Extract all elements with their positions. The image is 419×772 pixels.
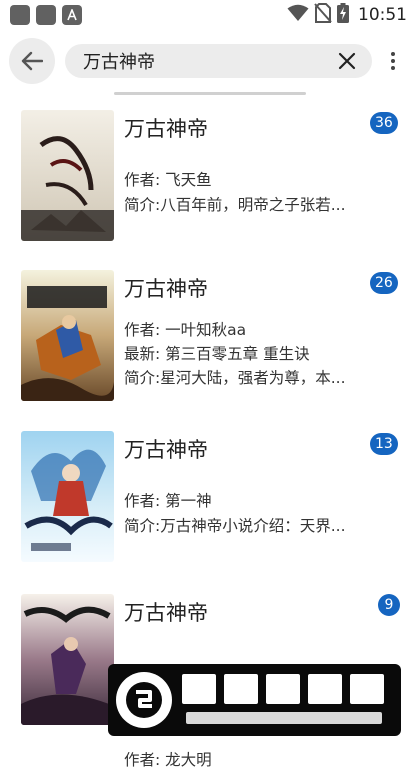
font-app-icon bbox=[62, 5, 82, 25]
book-author: 作者: 龙大明 bbox=[124, 751, 212, 769]
search-box bbox=[65, 44, 372, 78]
book-intro: 简介:星河大陆，强者为尊，本... bbox=[124, 369, 346, 387]
wifi-icon bbox=[287, 4, 309, 26]
clock-time: 10:51 bbox=[358, 5, 407, 25]
close-icon bbox=[338, 52, 356, 70]
unread-count-badge: 36 bbox=[370, 112, 398, 134]
book-item[interactable]: 万古神帝 作者: 一叶知秋aa 最新: 第三百零五章 重生诀 简介:星河大陆，强… bbox=[0, 260, 419, 410]
book-cover-image bbox=[21, 431, 114, 562]
no-sim-icon bbox=[314, 3, 332, 27]
search-input[interactable] bbox=[83, 50, 332, 72]
more-options-button[interactable] bbox=[383, 46, 403, 76]
status-right-icons: 10:51 bbox=[287, 3, 407, 27]
book-cover-image bbox=[21, 594, 114, 725]
status-bar: 10:51 bbox=[0, 0, 419, 30]
unread-count-badge: 9 bbox=[378, 594, 400, 616]
book-title: 万古神帝 bbox=[124, 277, 208, 301]
book-author: 作者: 第一神 bbox=[124, 492, 212, 510]
bird-logo-icon bbox=[116, 672, 172, 728]
book-title: 万古神帝 bbox=[124, 117, 208, 141]
book-author: 作者: 飞天鱼 bbox=[124, 171, 212, 189]
battery-charging-icon bbox=[337, 3, 349, 27]
clear-search-button[interactable] bbox=[336, 50, 358, 72]
arrow-left-icon bbox=[21, 51, 43, 71]
watermark-text bbox=[178, 670, 394, 730]
scroll-indicator bbox=[114, 92, 306, 95]
watermark-banner bbox=[108, 664, 401, 736]
book-author: 作者: 一叶知秋aa bbox=[124, 321, 247, 339]
app-notification-icon bbox=[36, 5, 56, 25]
back-button[interactable] bbox=[9, 38, 55, 84]
book-item[interactable]: 万古神帝 作者: 飞天鱼 简介:八百年前，明帝之子张若... 36 bbox=[0, 100, 419, 250]
book-intro: 简介:八百年前，明帝之子张若... bbox=[124, 196, 346, 214]
book-item[interactable]: 万古神帝 作者: 第一神 简介:万古神帝小说介绍：天界... 13 bbox=[0, 421, 419, 571]
book-intro: 简介:万古神帝小说介绍：天界... bbox=[124, 517, 346, 535]
book-latest-chapter: 最新: 第三百零五章 重生诀 bbox=[124, 345, 310, 363]
unread-count-badge: 13 bbox=[370, 433, 398, 455]
app-notification-icon bbox=[10, 5, 30, 25]
book-title: 万古神帝 bbox=[124, 601, 208, 625]
search-toolbar bbox=[0, 32, 419, 88]
book-cover-image bbox=[21, 110, 114, 241]
book-title: 万古神帝 bbox=[124, 438, 208, 462]
status-left-icons bbox=[10, 5, 82, 25]
book-cover-image bbox=[21, 270, 114, 401]
more-vertical-icon bbox=[391, 52, 395, 56]
unread-count-badge: 26 bbox=[370, 272, 398, 294]
